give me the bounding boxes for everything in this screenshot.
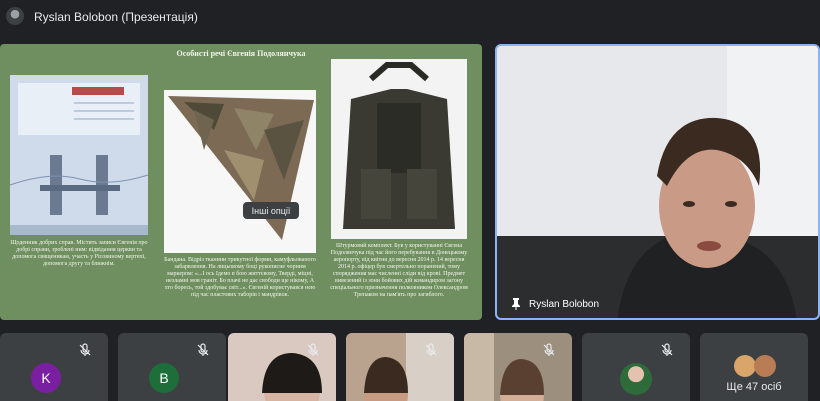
more-participants-tile[interactable]: Ще 47 осіб <box>700 333 808 401</box>
caption-diary: Щоденник добрих справ. Містить записи Єв… <box>10 240 148 267</box>
participant-tile-k[interactable]: K <box>0 333 108 401</box>
pin-icon[interactable] <box>511 298 521 310</box>
presenter-avatar <box>6 7 24 25</box>
mic-off-icon <box>197 343 209 356</box>
mic-off-icon <box>425 343 437 356</box>
participant-strip: K B Ще 47 осіб <box>0 333 820 401</box>
participant-avatar <box>734 355 756 377</box>
window-title: Ryslan Bolobon (Презентація) <box>34 10 198 24</box>
participant-avatar-letter: B <box>149 363 179 393</box>
bandana-image <box>164 90 316 253</box>
participant-tile-photo[interactable] <box>582 333 690 401</box>
top-bar: Ryslan Bolobon (Презентація) <box>0 0 820 34</box>
caption-bandana: Бандана. Відріз тканини трикутної форми,… <box>164 257 316 298</box>
diary-image <box>10 75 148 235</box>
participant-avatar-letter: K <box>31 363 61 393</box>
more-participants-label: Ще 47 осіб <box>726 381 782 393</box>
caption-vest: Штурмовий комплект. Був у користуванні Є… <box>330 243 468 298</box>
mic-off-icon <box>79 343 91 356</box>
tactical-vest-image <box>331 59 467 239</box>
mic-off-icon <box>543 343 555 356</box>
mic-off-icon <box>307 343 319 356</box>
self-view-tile[interactable]: Ryslan Bolobon <box>495 44 820 320</box>
participant-avatar <box>620 363 652 395</box>
slide-title: Особисті речі Євгенія Подолянчука <box>176 49 306 58</box>
participant-tile-video-1[interactable] <box>228 333 336 401</box>
participant-tile-video-3[interactable] <box>464 333 572 401</box>
more-options-tooltip: Інші опції <box>243 202 299 219</box>
self-view-name-label: Ryslan Bolobon <box>529 298 600 310</box>
mic-off-icon <box>661 343 673 356</box>
self-view-name: Ryslan Bolobon <box>511 298 599 310</box>
participant-tile-b[interactable]: B <box>118 333 226 401</box>
participant-tile-video-2[interactable] <box>346 333 454 401</box>
participant-video <box>497 46 818 318</box>
participant-avatar <box>754 355 776 377</box>
presentation-slide[interactable]: Особисті речі Євгенія Подолянчука Щоденн… <box>0 44 482 320</box>
